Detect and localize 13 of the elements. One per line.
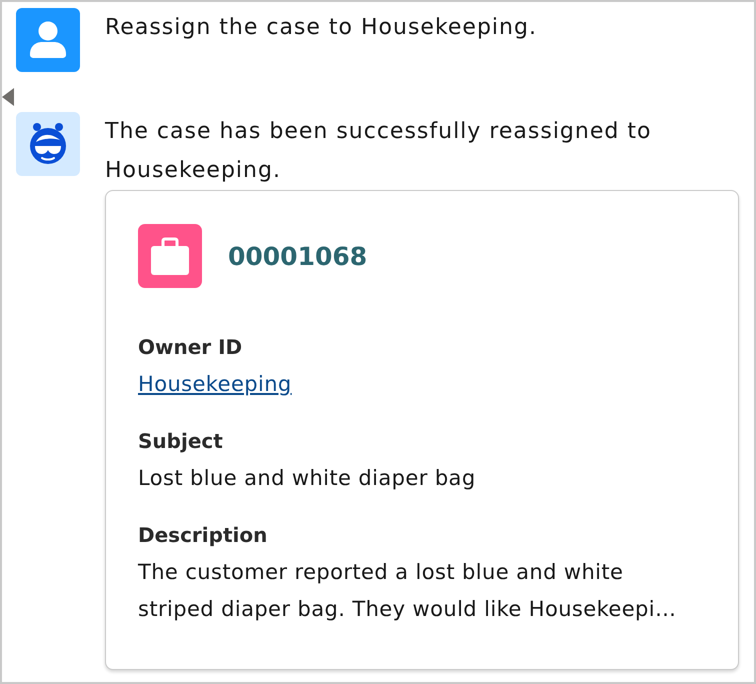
field-label: Owner ID	[138, 334, 242, 361]
field-label: Subject	[138, 428, 223, 455]
field-value: Lost blue and white diaper bag	[138, 465, 476, 492]
message-text: The case has been successfully reassigned to Housekeeping.	[105, 118, 652, 185]
collapse-caret-icon[interactable]	[2, 88, 14, 106]
briefcase-icon	[138, 224, 202, 288]
user-avatar-icon	[16, 8, 80, 72]
field-value: The customer reported a lost blue and white striped diaper bag. They would like Housekeepi…	[138, 559, 678, 623]
bot-avatar-icon	[16, 112, 80, 176]
field-label: Description	[138, 522, 268, 549]
message-text: Reassign the case to Housekeeping.	[105, 14, 538, 42]
case-number: 00001068	[228, 242, 368, 270]
owner-link[interactable]: Housekeeping	[138, 366, 292, 403]
